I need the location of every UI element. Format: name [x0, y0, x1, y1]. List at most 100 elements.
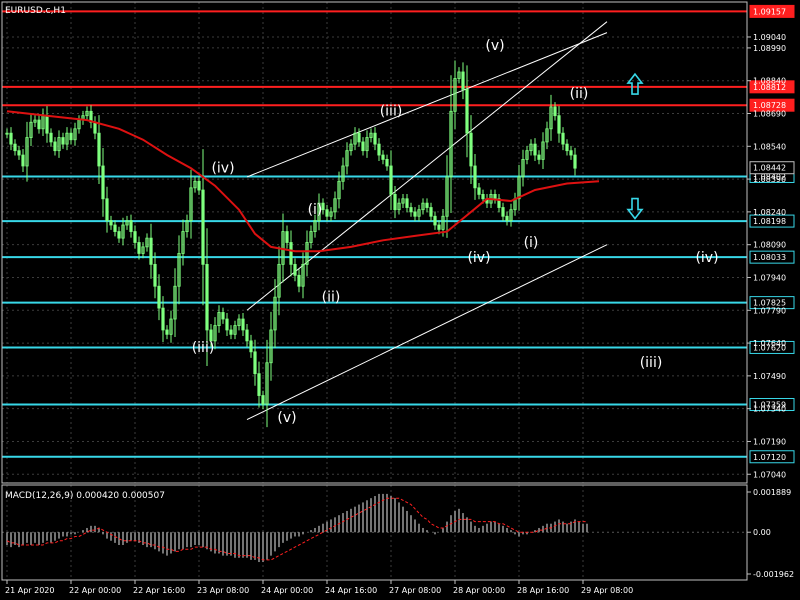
candle-body	[109, 220, 113, 226]
wave-label: (ii)	[322, 290, 341, 306]
x-tick-label: 22 Apr 16:00	[133, 586, 185, 595]
candle-body	[205, 263, 209, 331]
candle-body	[133, 231, 137, 243]
candle-body	[433, 215, 437, 226]
candle-body	[61, 137, 65, 145]
macd-y-tick-label: 0.001889	[753, 488, 791, 497]
candle-body	[553, 106, 557, 117]
x-tick-label: 28 Apr 00:00	[453, 586, 505, 595]
candle-body	[53, 141, 57, 152]
price-chart[interactable]: (iv) (iii) (v) (i) (ii) (iii) (v) (iv) (i) (ii) (i…	[0, 0, 800, 600]
support-price-tag-text: 1.08033	[753, 253, 786, 262]
current-price-tag-text: 1.08442	[753, 164, 786, 173]
candle-body	[165, 329, 169, 335]
candle-body	[405, 198, 409, 208]
candle-body	[565, 143, 569, 152]
y-tick-label: 1.08240	[753, 208, 786, 217]
candle-body	[389, 165, 393, 195]
y-tick-label: 1.07190	[753, 437, 786, 446]
candle-body	[561, 132, 565, 145]
candle-body	[505, 215, 509, 222]
candle-body	[289, 242, 293, 265]
candle-body	[361, 141, 365, 152]
candle-body	[373, 132, 377, 145]
candle-body	[357, 132, 361, 143]
candle-body	[437, 224, 441, 230]
candle-body	[481, 193, 485, 200]
y-tick-label: 1.08990	[753, 44, 786, 53]
y-tick-label: 1.07340	[753, 405, 786, 414]
candle-body	[97, 132, 101, 167]
candle-body	[221, 312, 225, 320]
y-tick-label: 1.09040	[753, 33, 786, 42]
candle-body	[129, 220, 133, 232]
candle-body	[393, 193, 397, 211]
candle-body	[381, 154, 385, 160]
wave-label: (iv)	[211, 161, 234, 177]
candle-body	[297, 274, 301, 287]
candle-body	[385, 159, 389, 167]
y-tick-label: 1.07640	[753, 339, 786, 348]
y-tick-label: 1.08090	[753, 241, 786, 250]
candle-body	[101, 165, 105, 200]
candle-body	[13, 143, 17, 152]
candle-body	[69, 132, 73, 141]
x-tick-label: 22 Apr 00:00	[69, 586, 121, 595]
candle-body	[469, 132, 473, 167]
candle-body	[17, 150, 21, 156]
candle-body	[253, 351, 257, 375]
x-tick-label: 23 Apr 08:00	[197, 586, 249, 595]
candle-body	[113, 224, 117, 232]
chart-background	[0, 0, 800, 600]
wave-label: (iii)	[640, 355, 663, 371]
wave-label: (i)	[308, 202, 323, 218]
y-tick-label: 1.08540	[753, 142, 786, 151]
candle-body	[49, 132, 53, 143]
wave-label: (v)	[277, 410, 296, 426]
candle-body	[569, 150, 573, 156]
y-tick-label: 1.08390	[753, 175, 786, 184]
candle-body	[425, 202, 429, 208]
y-tick-label: 1.08840	[753, 77, 786, 86]
candle-body	[461, 71, 465, 90]
candle-body	[533, 143, 537, 156]
wave-label: (ii)	[570, 86, 589, 102]
candle-body	[161, 307, 165, 331]
candle-body	[201, 189, 205, 265]
candle-body	[493, 193, 497, 200]
wave-label: (iv)	[467, 250, 490, 266]
x-tick-label: 24 Apr 00:00	[261, 586, 313, 595]
candle-body	[325, 209, 329, 217]
candle-body	[557, 115, 561, 134]
x-tick-label: 24 Apr 16:00	[325, 586, 377, 595]
candle-body	[225, 318, 229, 331]
macd-y-tick-label: -0.001962	[753, 570, 794, 579]
candle-body	[245, 329, 249, 342]
candle-body	[157, 285, 161, 309]
symbol-title: EURUSD.c,H1	[5, 6, 66, 16]
wave-label: (iv)	[695, 250, 718, 266]
candle-body	[117, 231, 121, 239]
candle-body	[537, 154, 541, 160]
candle-body	[573, 154, 577, 169]
candle-body	[37, 119, 41, 130]
y-tick-label: 1.07490	[753, 372, 786, 381]
candle-body	[409, 207, 413, 213]
y-tick-label: 1.08690	[753, 110, 786, 119]
support-price-tag-text: 1.07120	[753, 453, 786, 462]
x-tick-label: 27 Apr 08:00	[389, 586, 441, 595]
candle-body	[9, 132, 13, 145]
candle-body	[257, 373, 261, 396]
candle-body	[429, 207, 433, 217]
y-tick-label: 1.07040	[753, 470, 786, 479]
resistance-price-tag-text: 1.09157	[753, 7, 786, 16]
candle-body	[293, 263, 297, 276]
candle-body	[413, 211, 417, 217]
wave-label: (i)	[524, 235, 539, 251]
wave-label: (v)	[485, 38, 504, 54]
candle-body	[249, 340, 253, 353]
candle-body	[477, 187, 481, 195]
y-tick-label: 1.07790	[753, 306, 786, 315]
candle-body	[229, 329, 233, 335]
x-tick-label: 21 Apr 2020	[5, 586, 54, 595]
